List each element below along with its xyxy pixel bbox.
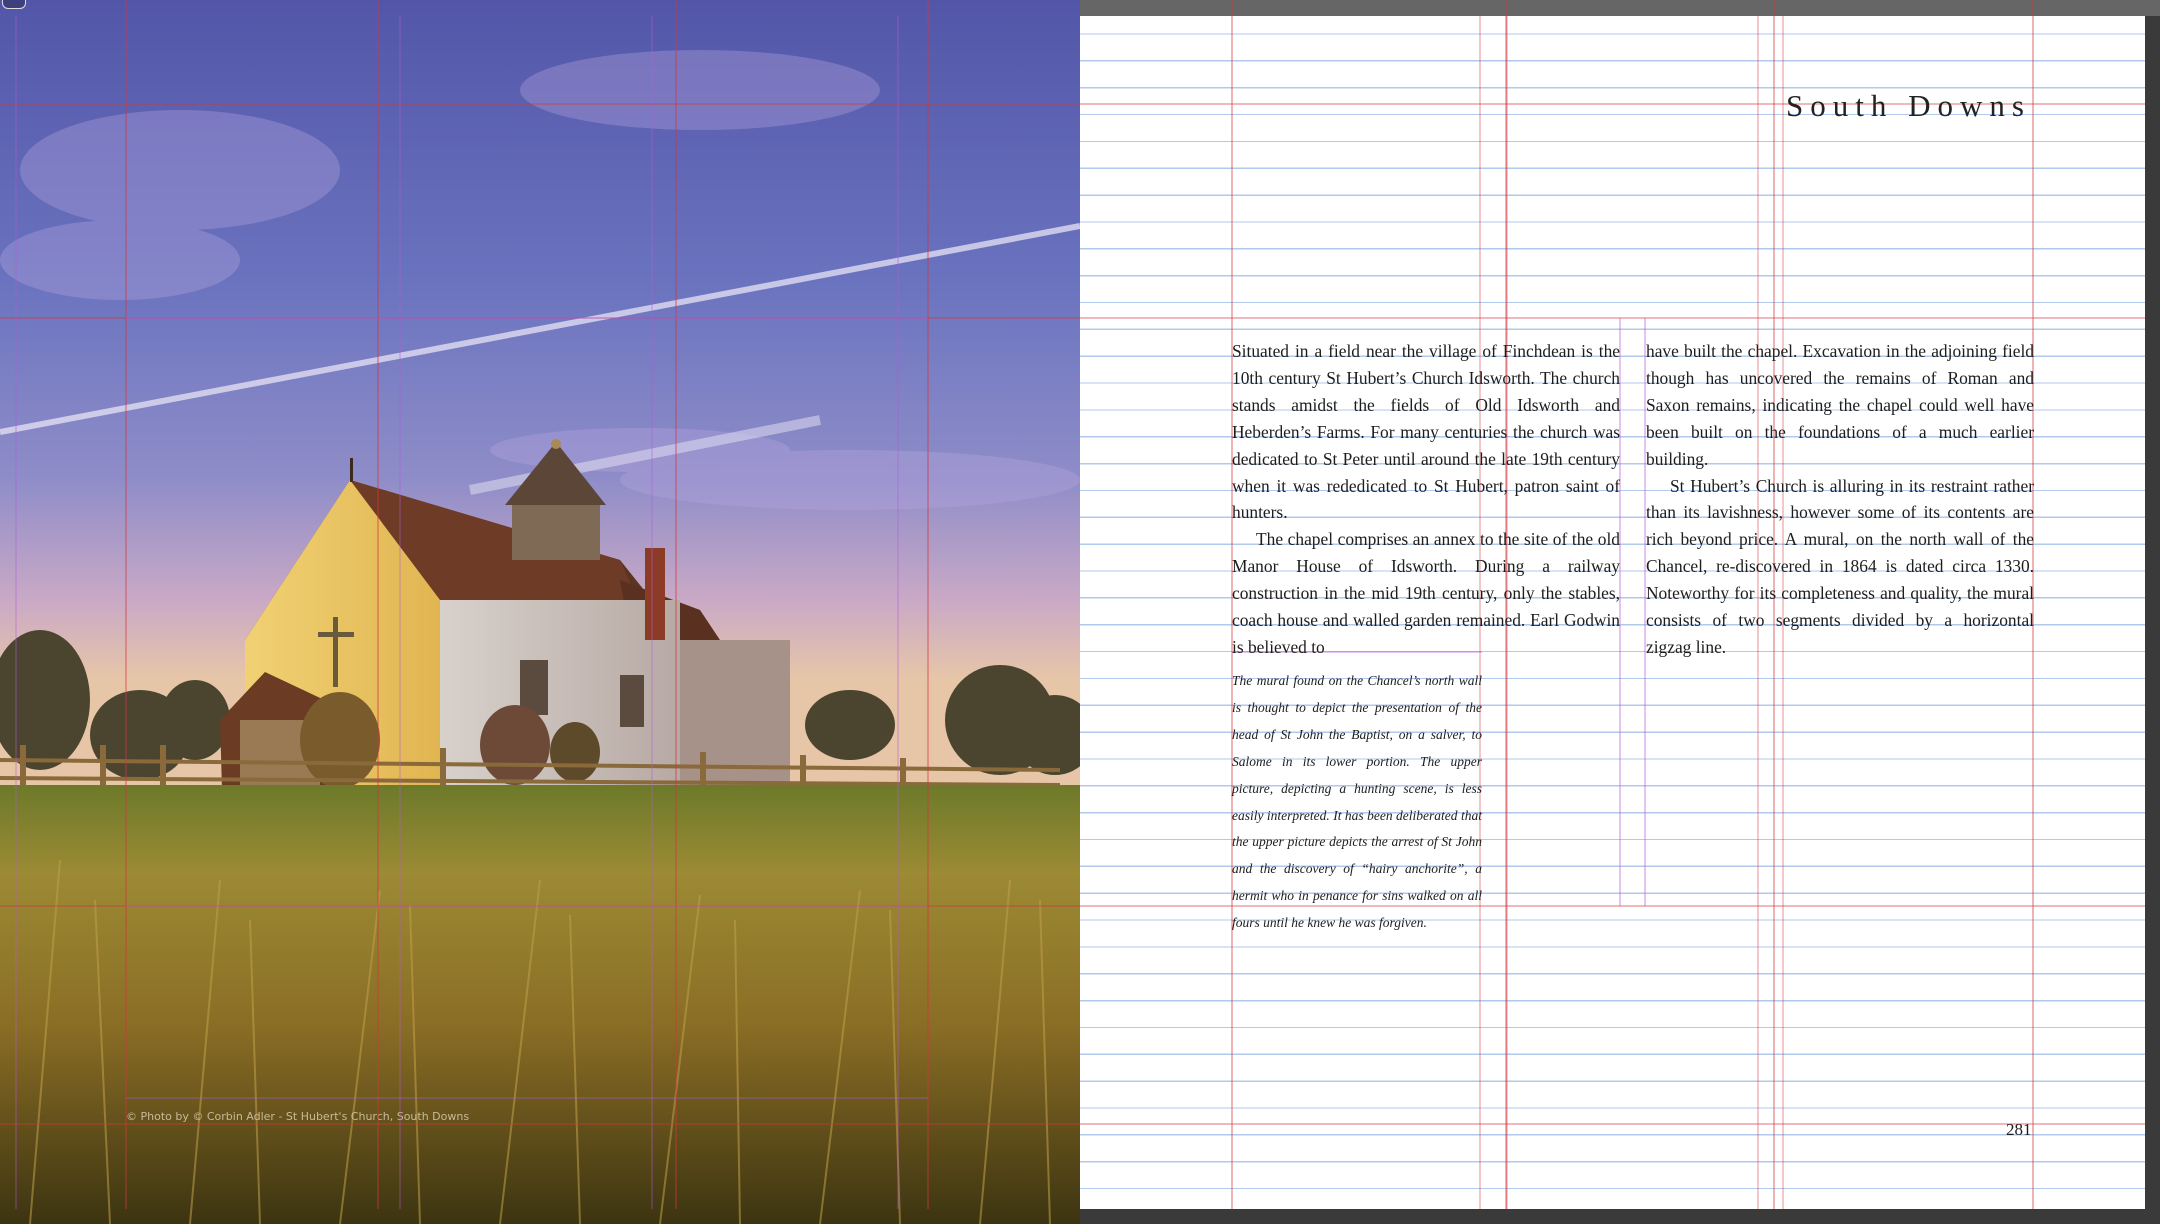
photo-credit[interactable]: © Photo by © Corbin Adler - St Hubert's …	[126, 1110, 469, 1123]
document-spread: © Photo by © Corbin Adler - St Hubert's …	[0, 0, 2160, 1224]
church-photo[interactable]	[0, 0, 1080, 1224]
text-page[interactable]: South Downs Situated in a field near the…	[1080, 16, 2145, 1209]
frame-indicator-icon[interactable]	[2, 0, 26, 9]
body-paragraph: St Hubert’s Church is alluring in its re…	[1646, 475, 2034, 657]
page-shadow	[2145, 16, 2160, 1224]
page-number: 281	[2006, 1120, 2032, 1139]
page-shadow	[1080, 1209, 2160, 1224]
text-frame-left[interactable]: Situated in a field near the village of …	[1232, 338, 1620, 661]
text-frame-right[interactable]: have built the chapel. Excavation in the…	[1646, 338, 2034, 661]
page-heading[interactable]: South Downs	[1786, 88, 2031, 124]
body-paragraph: The chapel comprises an annex to the sit…	[1232, 529, 1620, 657]
photo-page[interactable]: © Photo by © Corbin Adler - St Hubert's …	[0, 0, 1080, 1224]
pasteboard-top	[1080, 0, 2160, 16]
mural-caption[interactable]: The mural found on the Chancel’s north w…	[1232, 668, 1482, 937]
body-paragraph: Situated in a field near the village of …	[1232, 341, 1620, 523]
body-paragraph: have built the chapel. Excavation in the…	[1646, 341, 2034, 469]
